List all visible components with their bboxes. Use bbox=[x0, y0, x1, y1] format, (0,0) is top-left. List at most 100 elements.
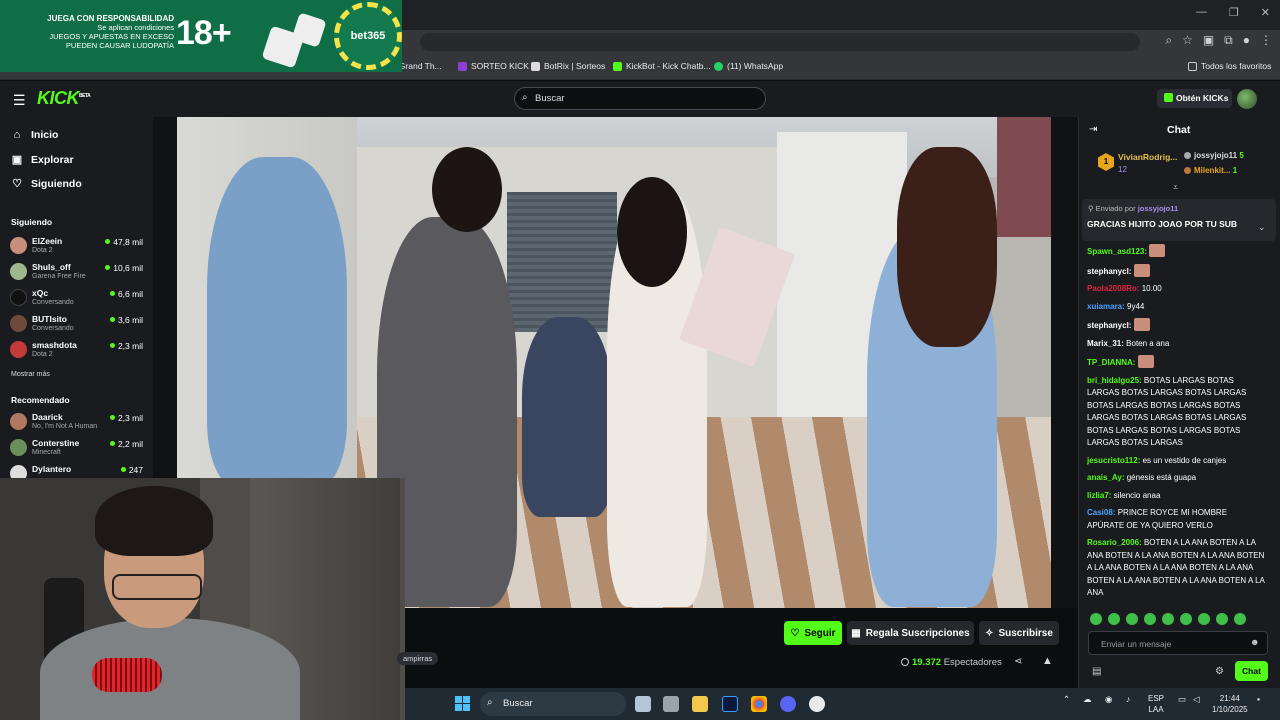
app-icon[interactable] bbox=[809, 696, 825, 712]
emote-icon[interactable] bbox=[1126, 613, 1138, 625]
chat-message[interactable]: Paola2008Ro: 10.00 bbox=[1087, 283, 1265, 296]
sidebar-channel[interactable]: Conterstine Minecraft 2,2 mil bbox=[10, 437, 145, 463]
emote-icon[interactable] bbox=[1090, 613, 1102, 625]
chat-message[interactable]: Marix_31: Boten a ana bbox=[1087, 338, 1265, 351]
chat-message[interactable]: stephanycl: bbox=[1087, 318, 1265, 333]
taskbar-search[interactable]: ⌕ Buscar bbox=[480, 692, 626, 716]
leaderboard-top-name[interactable]: VivianRodrig... bbox=[1118, 152, 1177, 162]
gear-icon[interactable]: ⚙ bbox=[1215, 666, 1224, 677]
search-input[interactable]: ⌕ Buscar bbox=[514, 87, 766, 110]
close-icon[interactable]: ✕ bbox=[1261, 6, 1270, 19]
chat-username[interactable]: lizlia7: bbox=[1087, 491, 1111, 500]
chat-username[interactable]: TP_DIANNA: bbox=[1087, 358, 1135, 367]
chat-message[interactable]: stephanycl: bbox=[1087, 263, 1265, 279]
chat-username[interactable]: xuiamara: bbox=[1087, 302, 1125, 311]
zoom-icon[interactable]: ⌕ bbox=[1165, 33, 1172, 48]
app-icon[interactable] bbox=[663, 696, 679, 712]
leaderboard-item[interactable]: Milenkit... 1 bbox=[1184, 166, 1237, 175]
profile-icon[interactable]: ● bbox=[1243, 33, 1250, 48]
bookmark-item[interactable]: SORTEO KICK bbox=[458, 61, 529, 71]
volume-icon[interactable]: ◁ bbox=[1193, 694, 1200, 705]
taskbar-clock[interactable]: 21:44 1/10/2025 bbox=[1212, 693, 1248, 715]
sidebar-channel[interactable]: smashdota Dota 2 2,3 mil bbox=[10, 339, 145, 365]
photoshop-icon[interactable] bbox=[722, 696, 738, 712]
chat-username[interactable]: anais_Ay: bbox=[1087, 473, 1125, 482]
follow-button[interactable]: ♡ Seguir bbox=[784, 621, 842, 645]
get-kicks-button[interactable]: Obtén KICKs bbox=[1157, 89, 1232, 108]
emote-icon[interactable] bbox=[1234, 613, 1246, 625]
sidebar-channel[interactable]: Dylantero 247 bbox=[10, 463, 145, 479]
nav-explore[interactable]: ▣ Explorar bbox=[11, 153, 74, 167]
chat-username[interactable]: Spawn_asd123: bbox=[1087, 247, 1147, 256]
chat-username[interactable]: Rosario_2006: bbox=[1087, 538, 1142, 547]
language-indicator[interactable]: ESP LAA bbox=[1148, 693, 1164, 715]
tray-chevron-icon[interactable]: ⌃ bbox=[1063, 694, 1070, 705]
sidebar-channel[interactable]: Daarick No, I'm Not A Human 2,3 mil bbox=[10, 411, 145, 437]
windows-start-icon[interactable] bbox=[455, 696, 470, 711]
share-icon[interactable]: ⋖ bbox=[1014, 656, 1022, 667]
star-icon[interactable]: ☆ bbox=[1182, 33, 1193, 48]
sidebar-channel[interactable]: BUTIsito Conversando 3,6 mil bbox=[10, 313, 145, 339]
chat-message[interactable]: jesucristo112: es un vestido de canjes bbox=[1087, 455, 1265, 468]
emote-icon[interactable] bbox=[1198, 613, 1210, 625]
chat-username[interactable]: Casi08: bbox=[1087, 508, 1115, 517]
address-bar[interactable] bbox=[420, 33, 1140, 51]
emoji-icon[interactable]: ☻ bbox=[1250, 637, 1259, 647]
user-avatar[interactable] bbox=[1237, 89, 1257, 109]
collapse-chat-icon[interactable]: ⇥ bbox=[1089, 124, 1097, 135]
restore-icon[interactable]: ❐ bbox=[1229, 6, 1239, 19]
chat-message[interactable]: Spawn_asd123: bbox=[1087, 244, 1265, 259]
tray-app-icon[interactable]: ◉ bbox=[1105, 694, 1112, 705]
all-favorites[interactable]: Todos los favoritos bbox=[1188, 61, 1271, 71]
bookmark-item[interactable]: BotRix | Sorteos bbox=[531, 61, 605, 71]
bookmark-item[interactable]: KickBot - Kick Chatb... bbox=[613, 61, 711, 71]
bookmark-item[interactable]: (11) WhatsApp bbox=[714, 61, 783, 71]
emote-icon[interactable] bbox=[1180, 613, 1192, 625]
gift-subs-button[interactable]: ▦ Regala Suscripciones bbox=[847, 621, 974, 645]
chat-input[interactable]: Enviar un mensaje bbox=[1088, 631, 1268, 655]
chat-username[interactable]: stephanycl: bbox=[1087, 267, 1131, 276]
nav-home[interactable]: ⌂ Inicio bbox=[11, 129, 59, 141]
microphone-tray-icon[interactable]: ♪ bbox=[1126, 694, 1130, 704]
emote-icon[interactable] bbox=[1144, 613, 1156, 625]
show-more-link[interactable]: Mostrar más bbox=[11, 371, 50, 378]
chat-username[interactable]: stephanycl: bbox=[1087, 321, 1131, 330]
sidebar-channel[interactable]: xQc Conversando 6,6 mil bbox=[10, 287, 145, 313]
emote-icon[interactable] bbox=[1108, 613, 1120, 625]
chevron-down-icon[interactable]: ⌄ bbox=[1258, 222, 1266, 233]
emote-icon[interactable] bbox=[1216, 613, 1228, 625]
task-view-icon[interactable] bbox=[635, 696, 651, 712]
chat-message[interactable]: TP_DIANNA: bbox=[1087, 355, 1265, 370]
chat-username[interactable]: bri_hidalgo25: bbox=[1087, 376, 1142, 385]
filter-icon[interactable]: ⩡ bbox=[1173, 182, 1178, 193]
network-icon[interactable]: ▭ bbox=[1178, 694, 1186, 705]
chat-message[interactable]: Rosario_2006: BOTEN A LA ANA BOTEN A LA … bbox=[1087, 537, 1265, 600]
chat-message[interactable]: Casi08: PRINCE ROYCE MI HOMBRE APÚRATE O… bbox=[1087, 507, 1265, 532]
subscribe-button[interactable]: ✧ Suscribirse bbox=[979, 621, 1059, 645]
nav-following[interactable]: ♡ Siguiendo bbox=[11, 177, 82, 191]
chat-message[interactable]: anais_Ay: génesis está guapa bbox=[1087, 472, 1265, 485]
extension-icon[interactable]: ▣ bbox=[1203, 33, 1214, 48]
gift-icon[interactable]: ▤ bbox=[1092, 666, 1101, 677]
chat-username[interactable]: Marix_31: bbox=[1087, 339, 1124, 348]
stream-tag[interactable]: ampirras bbox=[397, 652, 439, 665]
puzzle-icon[interactable]: ⧉ bbox=[1224, 33, 1233, 48]
ad-banner[interactable]: JUEGA CON RESPONSABILIDAD Se aplican con… bbox=[0, 0, 402, 72]
cloud-icon[interactable]: ☁ bbox=[1083, 694, 1092, 705]
menu-dots-icon[interactable]: ⋮ bbox=[1260, 33, 1272, 48]
chat-message[interactable]: lizlia7: silencio anaa bbox=[1087, 490, 1265, 503]
sidebar-channel[interactable]: ElZeein Dota 2 47,8 mil bbox=[10, 235, 145, 261]
send-chat-button[interactable]: Chat bbox=[1235, 661, 1268, 681]
leaderboard-item[interactable]: jossyjojo11 5 bbox=[1184, 151, 1244, 160]
kick-logo[interactable]: KICKBETA bbox=[37, 88, 91, 109]
report-icon[interactable]: ▲ bbox=[1042, 655, 1053, 667]
chat-message[interactable]: xuiamara: 9y44 bbox=[1087, 301, 1265, 314]
chat-username[interactable]: jesucristo112: bbox=[1087, 456, 1140, 465]
chat-message[interactable]: bri_hidalgo25: BOTAS LARGAS BOTAS LARGAS… bbox=[1087, 375, 1265, 450]
notification-icon[interactable]: ▪ bbox=[1257, 694, 1260, 704]
minimize-icon[interactable]: — bbox=[1196, 6, 1207, 19]
discord-icon[interactable] bbox=[780, 696, 796, 712]
emote-icon[interactable] bbox=[1162, 613, 1174, 625]
sidebar-channel[interactable]: Shuls_off Garena Free Fire 10,6 mil bbox=[10, 261, 145, 287]
chat-username[interactable]: Paola2008Ro: bbox=[1087, 284, 1139, 293]
